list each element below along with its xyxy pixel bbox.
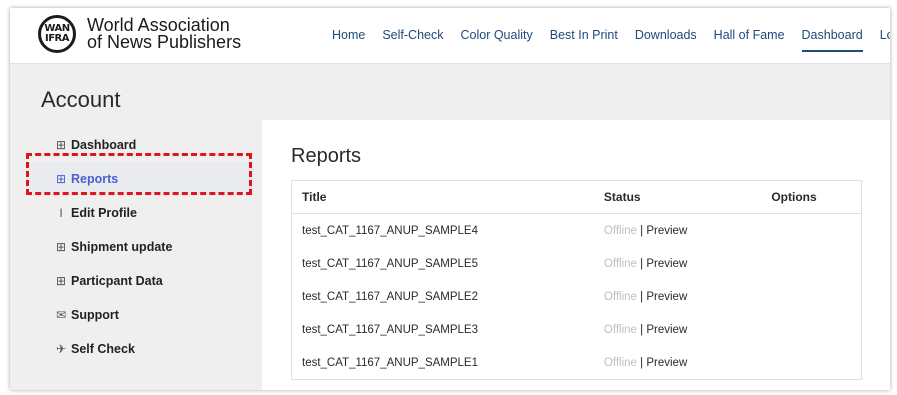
main-nav: Home Self-Check Color Quality Best In Pr… [332,28,890,52]
nav-color-quality[interactable]: Color Quality [460,28,532,42]
status-offline: Offline [603,356,637,369]
report-title: test_CAT_1167_ANUP_SAMPLE4 [302,224,478,237]
sidebar-item-reports[interactable]: ⊞ Reports [28,162,254,196]
table-row: test_CAT_1167_ANUP_SAMPLE1 Offline | Pre… [292,346,861,379]
table-row: test_CAT_1167_ANUP_SAMPLE3 Offline | Pre… [292,313,861,346]
logo-mark-bottom: IFRA [45,33,70,44]
sidebar-item-edit-profile[interactable]: I Edit Profile [28,196,254,230]
wan-ifra-logo[interactable]: WAN IFRA World Association of News Publi… [38,15,241,53]
report-status: Offline | Preview [594,258,761,270]
column-header-options: Options [771,190,817,204]
status-offline: Offline [603,323,637,336]
nav-best-in-print[interactable]: Best In Print [550,28,618,42]
browser-frame: WAN IFRA World Association of News Publi… [10,8,890,390]
send-icon: ✈ [55,342,67,356]
report-title: test_CAT_1167_ANUP_SAMPLE3 [302,323,478,336]
nav-hall-of-fame[interactable]: Hall of Fame [714,28,785,42]
sidebar-item-label: Self Check [71,342,135,356]
status-offline: Offline [603,224,637,237]
nav-home[interactable]: Home [332,28,365,42]
preview-link[interactable]: Preview [646,357,687,369]
grid-icon: ⊞ [55,240,67,254]
nav-self-check[interactable]: Self-Check [382,28,443,42]
grid-icon: ⊞ [55,172,67,186]
sidebar-item-shipment-update[interactable]: ⊞ Shipment update [28,230,254,264]
preview-link[interactable]: Preview [646,258,687,270]
report-status: Offline | Preview [594,291,761,303]
reports-title: Reports [291,145,362,167]
table-row: test_CAT_1167_ANUP_SAMPLE4 Offline | Pre… [292,214,861,247]
nav-downloads[interactable]: Downloads [635,28,697,42]
column-header-title: Title [302,190,327,204]
preview-link[interactable]: Preview [646,291,687,303]
preview-link[interactable]: Preview [646,225,687,237]
table-header-row: Title Status Options [292,181,861,214]
report-title: test_CAT_1167_ANUP_SAMPLE2 [302,290,478,303]
sidebar-item-label: Reports [71,172,119,186]
nav-logout[interactable]: Logout [880,28,890,42]
text-cursor-icon: I [59,206,63,220]
sidebar-item-support[interactable]: ✉ Support [28,298,254,332]
sidebar-item-label: Dashboard [71,138,137,152]
preview-link[interactable]: Preview [646,324,687,336]
sidebar-item-self-check[interactable]: ✈ Self Check [28,332,254,366]
status-offline: Offline [603,257,637,270]
logo-mark: WAN IFRA [38,15,76,53]
sidebar-item-label: Support [71,308,119,322]
nav-dashboard[interactable]: Dashboard [801,28,863,52]
logo-text: World Association of News Publishers [87,16,242,52]
sidebar-item-dashboard[interactable]: ⊞ Dashboard [28,128,254,162]
column-header-status: Status [603,190,641,204]
sidebar-item-label: Shipment update [71,240,173,254]
table-row: test_CAT_1167_ANUP_SAMPLE5 Offline | Pre… [292,247,861,280]
status-offline: Offline [603,290,637,303]
sidebar-item-label: Particpant Data [71,274,163,288]
reports-table: Title Status Options test_CAT_1167_ANUP_… [291,180,862,380]
site-header: WAN IFRA World Association of News Publi… [10,8,890,64]
report-title: test_CAT_1167_ANUP_SAMPLE1 [302,356,478,369]
grid-icon: ⊞ [55,274,67,288]
page-title: Account [41,87,121,112]
report-status: Offline | Preview [594,324,761,336]
report-title: test_CAT_1167_ANUP_SAMPLE5 [302,257,478,270]
sidebar-item-label: Edit Profile [71,206,137,220]
report-status: Offline | Preview [594,225,761,237]
reports-panel: Reports Title Status Options test_CAT_11… [262,120,890,390]
envelope-icon: ✉ [55,308,67,322]
org-name-line2: of News Publishers [87,32,242,52]
table-row: test_CAT_1167_ANUP_SAMPLE2 Offline | Pre… [292,280,861,313]
grid-icon: ⊞ [55,138,67,152]
sidebar-item-participant-data[interactable]: ⊞ Particpant Data [28,264,254,298]
account-sidebar: ⊞ Dashboard ⊞ Reports I Edit Profile ⊞ S… [28,128,254,366]
report-status: Offline | Preview [594,357,761,369]
